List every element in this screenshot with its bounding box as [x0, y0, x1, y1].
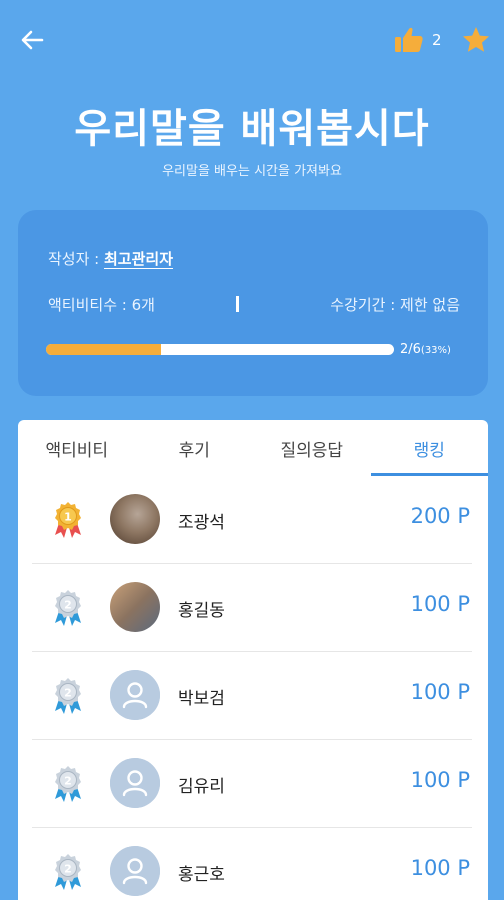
like-count: 2 [432, 31, 442, 49]
user-points: 100 P [410, 856, 470, 880]
content-panel: 액티비티 후기 질의응답 랭킹 1 조광석 200 P 2 홍길동 100 P … [18, 420, 488, 900]
like-button[interactable]: 2 [394, 24, 442, 56]
top-bar: 2 [0, 0, 504, 80]
activity-count: 액티비티수 : 6개 [48, 296, 155, 314]
user-name: 홍근호 [178, 865, 225, 885]
ranking-list: 1 조광석 200 P 2 홍길동 100 P 2 박보검 100 P 2 김유… [32, 476, 472, 900]
tab-reviews[interactable]: 후기 [136, 420, 254, 476]
divider [236, 296, 239, 312]
author-row: 작성자 : 최고관리자 [48, 248, 173, 269]
ranking-row[interactable]: 1 조광석 200 P [32, 476, 472, 564]
user-name: 조광석 [178, 513, 225, 533]
default-user-icon [110, 670, 160, 720]
back-button[interactable] [16, 24, 48, 56]
progress-percent: (33%) [420, 345, 451, 356]
rank-number: 2 [64, 863, 72, 876]
user-name: 박보검 [178, 689, 225, 709]
silver-medal-icon: 2 [50, 764, 86, 804]
rank-number: 2 [64, 775, 72, 788]
tab-bar: 액티비티 후기 질의응답 랭킹 [18, 420, 488, 476]
avatar [110, 582, 160, 632]
ranking-row[interactable]: 2 홍길동 100 P [32, 564, 472, 652]
user-name: 김유리 [178, 777, 225, 797]
progress-count: 2/6 [400, 342, 421, 357]
course-info-card: 작성자 : 최고관리자 액티비티수 : 6개 수강기간 : 제한 없음 2/6(… [18, 210, 488, 396]
tab-qna[interactable]: 질의응답 [253, 420, 371, 476]
rank-number: 2 [64, 687, 72, 700]
silver-medal-icon: 2 [50, 588, 86, 628]
course-title: 우리말을 배워봅시다 [74, 106, 430, 152]
stats-row: 액티비티수 : 6개 수강기간 : 제한 없음 [48, 294, 460, 316]
silver-medal-icon: 2 [50, 852, 86, 892]
progress-fill [46, 344, 161, 355]
arrow-left-icon [21, 30, 44, 50]
gold-medal-icon: 1 [50, 500, 86, 540]
tab-ranking[interactable]: 랭킹 [370, 420, 489, 476]
author-label: 작성자 : [48, 250, 104, 268]
avatar [110, 494, 160, 544]
ranking-row[interactable]: 2 김유리 100 P [32, 740, 472, 828]
user-points: 100 P [410, 680, 470, 704]
silver-medal-icon: 2 [50, 676, 86, 716]
star-icon [463, 27, 489, 52]
default-user-icon [110, 846, 160, 896]
progress-text: 2/6(33%) [400, 342, 451, 357]
course-period: 수강기간 : 제한 없음 [330, 296, 460, 314]
ranking-row[interactable]: 2 홍근호 100 P [32, 828, 472, 900]
progress-bar [46, 344, 394, 355]
thumbs-up-icon [395, 27, 423, 52]
user-points: 200 P [410, 504, 470, 528]
rank-number: 1 [64, 511, 72, 524]
favorite-button[interactable] [460, 24, 492, 56]
course-subtitle: 우리말을 배우는 시간을 가져봐요 [162, 164, 342, 179]
user-points: 100 P [410, 592, 470, 616]
rank-number: 2 [64, 599, 72, 612]
user-points: 100 P [410, 768, 470, 792]
tab-activity[interactable]: 액티비티 [18, 420, 136, 476]
user-name: 홍길동 [178, 601, 225, 621]
ranking-row[interactable]: 2 박보검 100 P [32, 652, 472, 740]
author-name-link[interactable]: 최고관리자 [104, 250, 173, 268]
default-user-icon [110, 758, 160, 808]
